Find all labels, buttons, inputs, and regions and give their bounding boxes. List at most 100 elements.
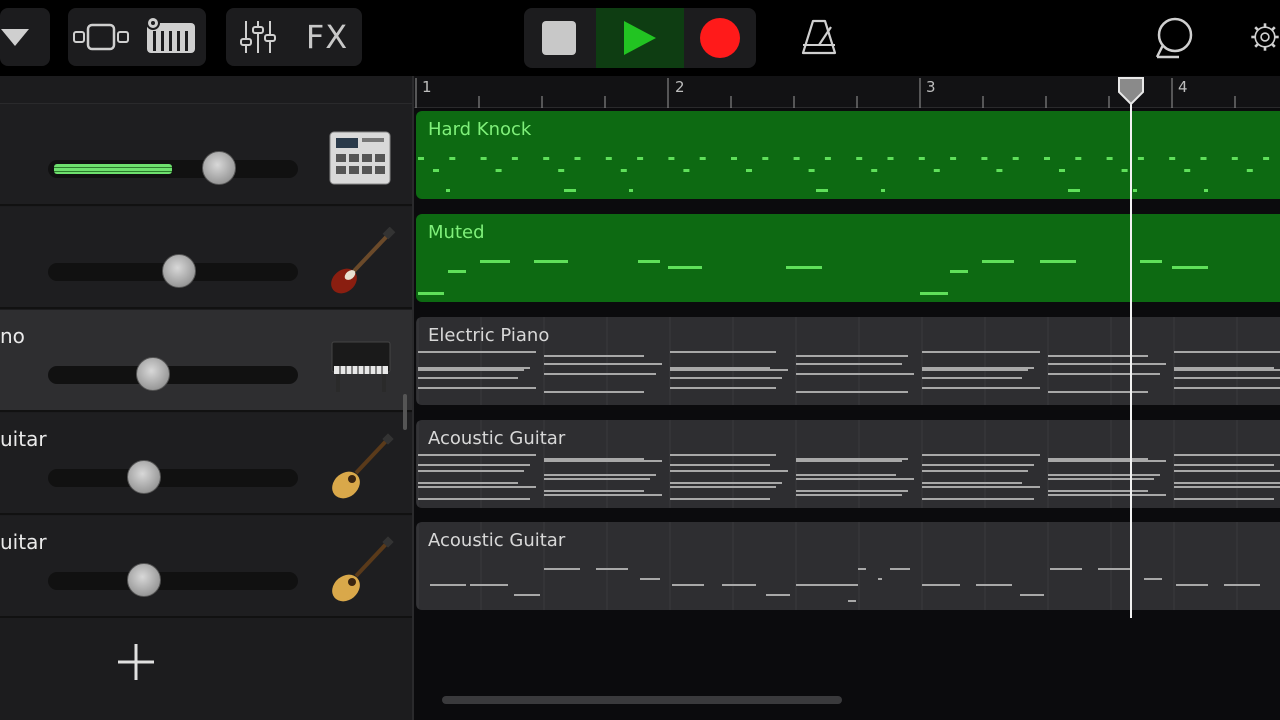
region-hard-knock[interactable]: Hard Knock xyxy=(416,111,1280,199)
piano-note xyxy=(1048,391,1148,393)
guitar-note xyxy=(418,486,536,488)
bass-note xyxy=(638,260,660,263)
guitar-note xyxy=(796,490,908,492)
track-header-drums[interactable] xyxy=(0,104,412,206)
region-label: Acoustic Guitar xyxy=(428,428,566,449)
stop-button[interactable] xyxy=(524,8,594,68)
drum-hit xyxy=(1246,169,1253,172)
volume-knob[interactable] xyxy=(202,151,236,185)
bass-note xyxy=(1140,260,1162,263)
drum-hit xyxy=(558,169,565,172)
guitar-note xyxy=(1098,568,1130,570)
bar-ruler[interactable]: 1 2 3 4 xyxy=(414,76,1280,108)
add-track-button[interactable] xyxy=(116,642,156,682)
toolbar: FX xyxy=(0,0,1280,76)
volume-knob[interactable] xyxy=(127,460,161,494)
playhead-handle[interactable] xyxy=(1117,76,1145,106)
bass-note xyxy=(786,266,822,269)
piano-note xyxy=(922,351,1040,353)
drum-hit xyxy=(1106,157,1113,160)
timeline-area[interactable]: 1 2 3 4 Hard Knock Muted Electric Piano … xyxy=(412,76,1280,720)
piano-note xyxy=(1174,369,1280,371)
region-label: Muted xyxy=(428,222,485,243)
track-header-bass[interactable] xyxy=(0,207,412,309)
acoustic-guitar-icon xyxy=(332,433,394,499)
drum-hit xyxy=(1137,157,1144,160)
guitar-note xyxy=(922,454,1040,456)
bass-note xyxy=(418,292,444,295)
record-button[interactable] xyxy=(684,8,756,68)
acoustic-guitar-icon xyxy=(332,536,394,602)
guitar-note xyxy=(418,454,536,456)
volume-slider[interactable] xyxy=(48,469,298,487)
headers-scroll-indicator[interactable] xyxy=(403,394,407,430)
region-muted[interactable]: Muted xyxy=(416,214,1280,302)
piano-note xyxy=(544,355,644,357)
volume-slider[interactable] xyxy=(48,572,298,590)
guitar-note xyxy=(922,482,1022,484)
track-header-acoustic-guitar-1[interactable]: uitar xyxy=(0,413,412,515)
guitar-note xyxy=(1048,458,1148,460)
bass-guitar-icon xyxy=(331,227,396,294)
region-acoustic-guitar-1[interactable]: Acoustic Guitar xyxy=(416,420,1280,508)
drum-hit xyxy=(808,169,815,172)
fx-button[interactable]: FX xyxy=(294,8,360,66)
drum-hit xyxy=(996,169,1003,172)
play-icon xyxy=(624,21,656,55)
piano-note xyxy=(1048,363,1166,365)
piano-note xyxy=(922,387,1040,389)
guitar-note xyxy=(418,464,530,466)
tracks-view-icon[interactable] xyxy=(68,8,134,66)
piano-note xyxy=(796,373,914,375)
drum-hit xyxy=(637,157,644,160)
region-label: Electric Piano xyxy=(428,325,550,346)
volume-level-meter xyxy=(54,164,172,174)
drum-hit xyxy=(629,189,633,192)
guitar-note xyxy=(1048,494,1166,496)
guitar-note xyxy=(796,474,896,476)
volume-knob[interactable] xyxy=(136,357,170,391)
drum-hit xyxy=(620,169,627,172)
volume-slider[interactable] xyxy=(48,160,298,178)
drum-hit xyxy=(1044,157,1050,160)
guitar-note xyxy=(470,584,508,586)
loop-browser-button[interactable] xyxy=(1152,8,1198,66)
piano-note xyxy=(1174,387,1280,389)
guitar-note xyxy=(1144,578,1162,580)
drum-hit xyxy=(683,169,690,172)
playhead-line xyxy=(1130,90,1132,618)
guitar-note xyxy=(1050,568,1082,570)
settings-button[interactable] xyxy=(1240,8,1280,66)
guitar-note xyxy=(544,490,644,492)
bar-number-4: 4 xyxy=(1178,78,1188,96)
volume-knob[interactable] xyxy=(127,563,161,597)
volume-knob[interactable] xyxy=(162,254,196,288)
region-electric-piano[interactable]: Electric Piano xyxy=(416,317,1280,405)
plus-icon xyxy=(118,644,154,680)
drum-hit xyxy=(793,157,800,160)
guitar-note xyxy=(922,498,1034,500)
guitar-note xyxy=(890,568,910,570)
guitar-note xyxy=(976,584,1012,586)
piano-note xyxy=(922,367,1034,369)
drum-hit xyxy=(950,157,957,160)
piano-note xyxy=(418,367,530,369)
track-header-electric-piano[interactable]: no xyxy=(0,310,412,412)
track-header-acoustic-guitar-2[interactable]: uitar xyxy=(0,516,412,618)
horizontal-scrollbar[interactable] xyxy=(442,696,842,704)
guitar-note xyxy=(1048,490,1148,492)
instrument-keyboard-icon[interactable] xyxy=(138,8,204,66)
volume-slider[interactable] xyxy=(48,366,298,384)
ruler-ticks xyxy=(415,78,1236,108)
metronome-button[interactable] xyxy=(796,8,842,66)
region-acoustic-guitar-2[interactable]: Acoustic Guitar xyxy=(416,522,1280,610)
stop-icon xyxy=(542,21,576,55)
mixer-icon[interactable] xyxy=(226,8,290,66)
guitar-note xyxy=(796,458,908,460)
bass-note xyxy=(950,270,968,273)
bass-note xyxy=(448,270,466,273)
dropdown-arrow-icon[interactable] xyxy=(0,8,30,66)
piano-note xyxy=(418,387,536,389)
play-button[interactable] xyxy=(596,8,684,68)
region-label: Hard Knock xyxy=(428,119,532,140)
